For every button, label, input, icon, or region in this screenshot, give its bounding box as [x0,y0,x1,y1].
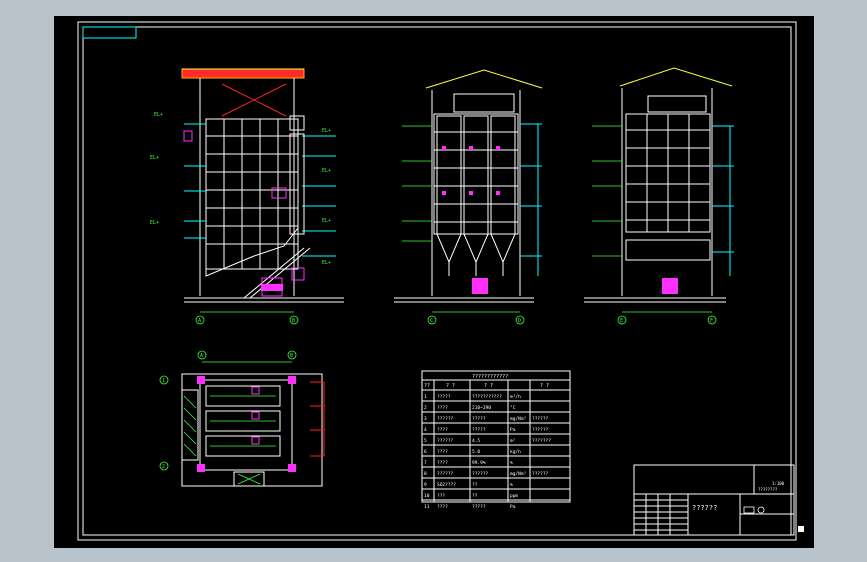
plan-grid-left-bottom: 2 [162,464,165,470]
plan-view: A B 1 2 [159,350,325,487]
spec-table-cell: Pa [510,504,516,510]
spec-table-cell: ?????? [437,438,454,444]
spec-table-cell: % [510,482,513,488]
spec-table-cell: 1 [424,394,427,400]
spec-table-cell: ????? [472,504,486,510]
title-block: ?????? 1:100 ???????? [633,464,795,536]
spec-table-cell: ?????? [437,471,454,477]
svg-text:EL+: EL+ [322,168,331,174]
spec-table-cell: kg/h [510,449,521,455]
spec-header-note: ? ? [540,383,549,389]
spec-table-cell: m² [510,439,515,444]
front-grid-label-left: C [430,318,433,324]
spec-table-cell: 210~290 [472,405,491,411]
spec-header-item: ? ? [446,383,455,389]
spec-table-cell: ?????? [437,416,454,422]
spec-table-cell: ???? [437,504,448,510]
spec-table-cell: SO2???? [437,482,456,488]
inner-frame [82,26,792,536]
spec-table-cell: ???? [437,449,448,455]
spec-table-cell: 8 [424,471,427,477]
spec-table-cell: Pa [510,427,516,433]
spec-table-cell: 7 [424,460,427,466]
spec-table-cell: °C [510,405,516,411]
spec-table-cell: ???? [437,405,448,411]
spec-table-cell: 4 [424,427,427,433]
spec-table-cell: 6 [424,449,427,455]
corner-tag [82,26,137,39]
spec-table-cell: ?? [472,482,478,488]
front-grid-label-right: D [518,318,521,324]
side-grid-label-left: A [198,318,201,324]
back-elevation-view: E F [584,67,734,325]
plan-grid-top-right: B [290,353,293,359]
title-block-corner-label: ???????? [758,487,778,492]
project-logo [743,506,755,514]
title-block-scale: 1:100 [772,481,785,486]
spec-table-cell: ?????? [472,471,489,477]
spec-table-cell: ????? [472,427,486,433]
svg-text:EL+: EL+ [154,112,163,118]
spec-table-cell: 10 [424,493,430,499]
spec-table-cell: ??? [437,493,445,499]
spec-table-cell: mg/Nm³ [510,471,527,477]
svg-text:EL+: EL+ [322,260,331,266]
spec-table-cell: 3 [424,416,427,422]
spec-table-cell: ???? [437,460,448,466]
drawing-canvas[interactable]: EL+ EL+ EL+ EL+ EL+ EL+ EL+ A B C D E F … [54,16,814,548]
cad-viewport[interactable]: EL+ EL+ EL+ EL+ EL+ EL+ EL+ A B C D E F … [54,16,814,548]
spec-table-cell: ?????? [532,471,549,477]
side-grid-label-right: B [292,318,295,324]
svg-text:EL+: EL+ [150,155,159,161]
spec-header-no: ?? [424,383,430,389]
plan-grid-top-left: A [200,353,203,359]
svg-text:EL+: EL+ [150,220,159,226]
spec-table-cell: 11 [424,504,430,510]
spec-table-cell: ?? [472,493,478,499]
svg-text:EL+: EL+ [322,218,331,224]
plan-grid-left-top: 1 [162,378,165,384]
spec-table-cell: 99.9% [472,460,486,466]
spec-table-cell: % [510,460,513,466]
spec-table-cell: ppm [510,494,518,499]
title-block-label: ?????? [692,504,717,512]
spec-table-cell: ????? [437,394,451,400]
svg-text:EL+: EL+ [322,128,331,134]
spec-table-cell: 9 [424,482,427,488]
resize-handle[interactable] [798,526,804,532]
spec-table-cell: ??????????? [472,394,502,400]
spec-table-cell: mg/Nm³ [510,416,527,422]
spec-table-cell: ???? [437,427,448,433]
back-grid-label-right: F [710,318,713,324]
spec-table: ???????????? ?? ? ? ? ? ? ? 1???????????… [421,370,571,510]
spec-table-title: ???????????? [472,374,508,380]
spec-table-cell: 5 [424,438,427,444]
spec-table-cell: ?????? [532,416,549,422]
spec-table-cell: 5.0 [472,449,480,455]
spec-table-cell: ?????? [532,427,549,433]
spec-table-cell: ??????? [532,438,551,444]
spec-table-cell: ????? [472,416,486,422]
spec-table-cell: 4.5 [472,438,480,444]
gear-icon [757,506,765,514]
side-elevation-view: EL+ EL+ EL+ EL+ EL+ EL+ EL+ A B [150,68,344,325]
back-grid-label-left: E [620,318,623,324]
spec-table-cell: m³/h [510,394,521,400]
front-elevation-view: C D [394,69,543,325]
spec-header-value: ? ? [484,383,493,389]
spec-table-cell: 2 [424,405,427,411]
